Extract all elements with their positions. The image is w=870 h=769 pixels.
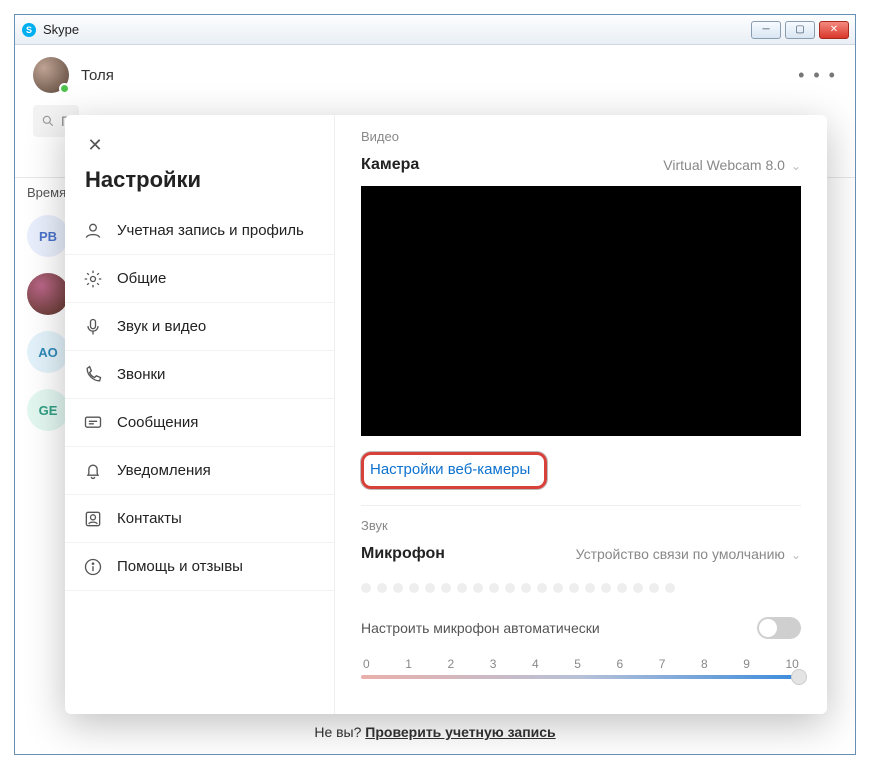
webcam-settings-link[interactable]: Настройки веб-камеры <box>361 452 547 489</box>
microphone-value: Устройство связи по умолчанию <box>576 546 785 562</box>
bell-icon <box>83 461 103 481</box>
sidebar-item-contacts[interactable]: Контакты <box>65 495 334 543</box>
window-title: Skype <box>43 22 747 37</box>
sidebar-item-label: Учетная запись и профиль <box>117 222 304 240</box>
settings-panel: Видео Камера Virtual Webcam 8.0 ⌄ Настрой… <box>335 115 827 714</box>
slider-track <box>361 675 801 679</box>
maximize-button[interactable]: ▢ <box>785 21 815 39</box>
search-icon <box>41 114 55 128</box>
footer-text: Не вы? Проверить учетную запись <box>15 724 855 740</box>
contacts-icon <box>83 509 103 529</box>
footer-link[interactable]: Проверить учетную запись <box>365 724 555 740</box>
chat-avatar: GE <box>27 389 69 431</box>
mic-icon <box>83 317 103 337</box>
audio-section-label: Звук <box>361 518 801 533</box>
camera-value: Virtual Webcam 8.0 <box>663 157 785 173</box>
mic-level-meter <box>361 575 801 595</box>
presence-dot <box>59 83 70 94</box>
sidebar-item-general[interactable]: Общие <box>65 255 334 303</box>
microphone-label: Микрофон <box>361 545 445 563</box>
chat-avatar <box>27 273 69 315</box>
sidebar-item-account[interactable]: Учетная запись и профиль <box>65 207 334 255</box>
sidebar-item-label: Уведомления <box>117 462 211 479</box>
person-icon <box>83 221 103 241</box>
auto-mic-toggle[interactable] <box>757 617 801 639</box>
sidebar-item-label: Сообщения <box>117 414 198 431</box>
sidebar-item-label: Общие <box>117 270 166 287</box>
app-window: S Skype ─ ▢ ✕ Толя • • • П <box>14 14 856 755</box>
sidebar-item-label: Помощь и отзывы <box>117 558 243 575</box>
sidebar-item-label: Контакты <box>117 510 182 527</box>
chat-avatar: PB <box>27 215 69 257</box>
video-section-label: Видео <box>361 129 801 144</box>
chat-avatar: AO <box>27 331 69 373</box>
more-button[interactable]: • • • <box>798 65 837 86</box>
settings-title: Настройки <box>65 163 334 207</box>
camera-select[interactable]: Virtual Webcam 8.0 ⌄ <box>663 157 801 173</box>
chevron-down-icon: ⌄ <box>791 159 801 173</box>
avatar[interactable] <box>33 57 69 93</box>
gear-icon <box>83 269 103 289</box>
settings-modal: ✕ Настройки Учетная запись и профиль Общ… <box>65 115 827 714</box>
divider <box>361 505 801 506</box>
svg-text:S: S <box>26 25 32 35</box>
close-icon[interactable]: ✕ <box>77 127 113 163</box>
sidebar-item-calls[interactable]: Звонки <box>65 351 334 399</box>
sidebar-item-label: Звонки <box>117 366 165 383</box>
camera-label: Камера <box>361 156 419 174</box>
sidebar-item-audio-video[interactable]: Звук и видео <box>65 303 334 351</box>
titlebar: S Skype ─ ▢ ✕ <box>15 15 855 45</box>
info-icon <box>83 557 103 577</box>
microphone-select[interactable]: Устройство связи по умолчанию ⌄ <box>576 546 801 562</box>
auto-mic-label: Настроить микрофон автоматически <box>361 620 600 636</box>
mic-slider[interactable]: 012345678910 <box>361 651 801 681</box>
settings-sidebar: ✕ Настройки Учетная запись и профиль Общ… <box>65 115 335 714</box>
footer-prefix: Не вы? <box>314 724 365 740</box>
sidebar-item-notifications[interactable]: Уведомления <box>65 447 334 495</box>
phone-icon <box>83 365 103 385</box>
sidebar-item-messages[interactable]: Сообщения <box>65 399 334 447</box>
chevron-down-icon: ⌄ <box>791 548 801 562</box>
close-button[interactable]: ✕ <box>819 21 849 39</box>
camera-preview <box>361 186 801 436</box>
sidebar-item-help[interactable]: Помощь и отзывы <box>65 543 334 591</box>
minimize-button[interactable]: ─ <box>751 21 781 39</box>
message-icon <box>83 413 103 433</box>
slider-scale: 012345678910 <box>361 657 801 671</box>
sidebar-item-label: Звук и видео <box>117 318 206 335</box>
profile-name[interactable]: Толя <box>81 67 114 84</box>
skype-icon: S <box>21 22 37 38</box>
slider-knob[interactable] <box>791 669 807 685</box>
